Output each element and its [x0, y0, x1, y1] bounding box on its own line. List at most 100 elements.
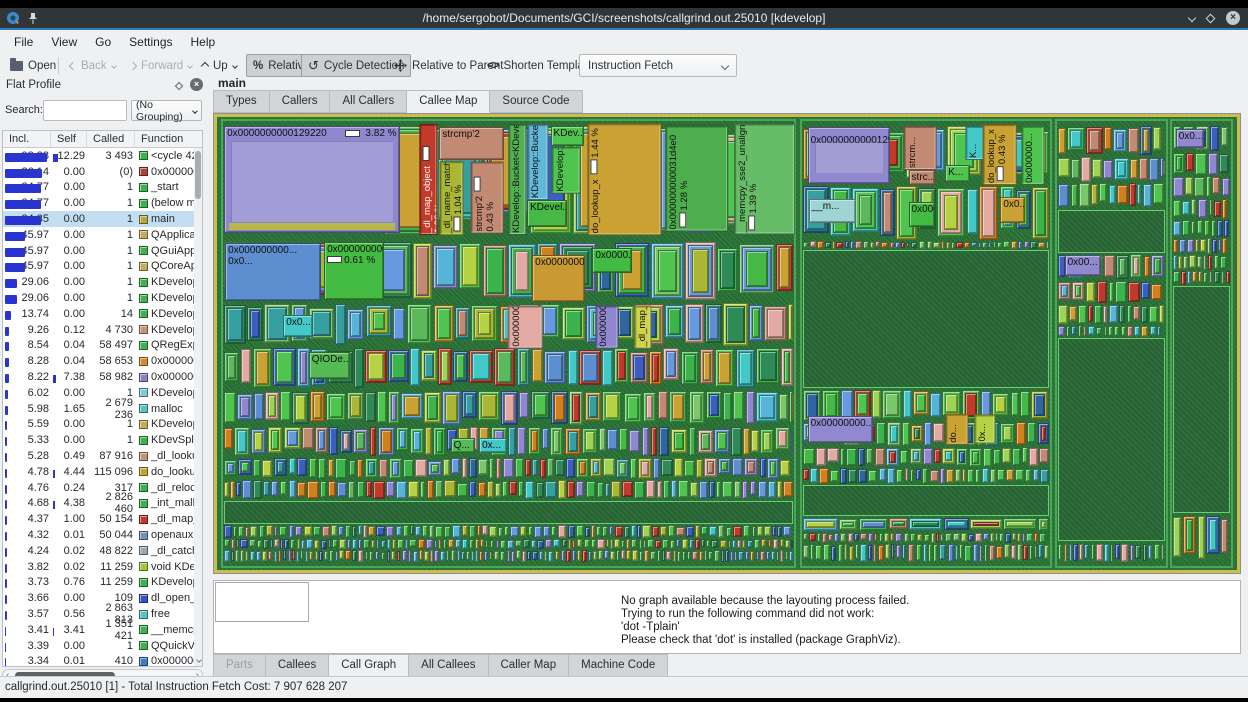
- treemap-block[interactable]: 0x0...: [1175, 128, 1205, 149]
- table-row[interactable]: 8.227.3858 9820x0000000: [3, 369, 194, 385]
- treemap-flat-area[interactable]: [224, 500, 794, 524]
- col-self[interactable]: Self: [51, 131, 87, 147]
- treemap-block[interactable]: do_lookup_x 0.43 %: [983, 124, 1017, 186]
- treemap-block[interactable]: KDevelop::Bucket<KDevelop::Qu...: [527, 124, 549, 201]
- menu-help[interactable]: Help: [183, 33, 224, 51]
- table-row[interactable]: 45.970.001QApplicati: [3, 227, 194, 243]
- treemap-block[interactable]: do...: [945, 414, 969, 445]
- table-row[interactable]: 4.684.382 826 460_int_mallo: [3, 491, 194, 515]
- treemap-block[interactable]: _dl_map_...: [634, 306, 652, 349]
- table-row[interactable]: 4.371.0050 154_dl_map_o: [3, 511, 194, 527]
- callee-treemap[interactable]: 0x0000000000129220 3.82 % _dl_map_object 1…: [217, 117, 1237, 570]
- treemap-flat-area[interactable]: [1172, 286, 1230, 513]
- tab-all-callers[interactable]: All Callers: [330, 90, 408, 113]
- treemap-region[interactable]: [1169, 118, 1233, 569]
- table-row[interactable]: 45.970.001QGuiApplic: [3, 243, 194, 259]
- treemap-block[interactable]: _dl_name_match_p 1.04 %: [439, 160, 464, 236]
- treemap-block[interactable]: do_lookup_x 1.44 %: [587, 122, 662, 236]
- treemap-block[interactable]: 0x00000000002d1b10 0.61 %: [324, 241, 385, 300]
- treemap-flat-area[interactable]: [1058, 338, 1165, 542]
- tab-all-callees[interactable]: All Callees: [409, 654, 489, 677]
- treemap-block[interactable]: Q...: [450, 437, 476, 454]
- tab-machine-code[interactable]: Machine Code: [569, 654, 669, 677]
- treemap-block[interactable]: strcm...: [904, 126, 938, 170]
- treemap-block[interactable]: 0x00000000...: [807, 415, 873, 443]
- table-row[interactable]: 84.770.001(below mai: [3, 195, 194, 211]
- grouping-combo[interactable]: (No Grouping): [131, 99, 202, 123]
- table-row[interactable]: 8.280.0458 6530x0000000: [3, 353, 194, 369]
- table-row[interactable]: 84.770.001_start: [3, 180, 194, 196]
- tab-callees[interactable]: Callees: [265, 654, 330, 677]
- tab-callers[interactable]: Callers: [269, 90, 331, 113]
- table-row[interactable]: 4.240.0248 822_dl_catch_: [3, 543, 194, 559]
- minimize-icon[interactable]: [1187, 13, 1197, 23]
- tab-types[interactable]: Types: [213, 90, 270, 113]
- table-row[interactable]: 29.060.001KDevelop::: [3, 274, 194, 290]
- table-row[interactable]: 3.413.411 351 421__memcpy: [3, 618, 194, 642]
- treemap-block[interactable]: __m...: [808, 198, 856, 223]
- treemap-block[interactable]: __memcpy_sse2_unaligned 1.39 %: [734, 122, 796, 235]
- treemap-block[interactable]: QIODe...: [308, 352, 350, 380]
- treemap-region[interactable]: [1055, 118, 1168, 569]
- table-row[interactable]: 4.784.44115 096do_lookup: [3, 464, 194, 480]
- treemap-block[interactable]: 0x0000000034034be8: [532, 254, 586, 302]
- treemap-block[interactable]: 0x000...: [908, 202, 936, 227]
- float-icon[interactable]: [174, 80, 184, 92]
- table-row[interactable]: 3.340.014100x0000000: [3, 654, 194, 666]
- table-row[interactable]: 9.260.124 730KDevelop::: [3, 322, 194, 338]
- treemap-block[interactable]: strcmp'2 0.43 %: [470, 161, 504, 234]
- table-row[interactable]: 86.140.00(0)0x0000000: [3, 164, 194, 180]
- treemap-block[interactable]: strc...: [908, 170, 936, 186]
- treemap-block[interactable]: K...: [945, 165, 970, 182]
- table-row[interactable]: 3.390.001QQuickVie: [3, 638, 194, 654]
- col-incl[interactable]: Incl.: [3, 131, 51, 147]
- menu-go[interactable]: Go: [87, 33, 119, 51]
- treemap-block[interactable]: KDevelop::Buc...: [551, 146, 581, 194]
- treemap-block[interactable]: strcmp'2: [439, 126, 504, 161]
- table-row[interactable]: 5.590.001KDevelop::: [3, 417, 194, 433]
- table-row[interactable]: 13.740.0014KDevelop::: [3, 306, 194, 322]
- menu-file[interactable]: File: [6, 33, 41, 51]
- tab-parts[interactable]: Parts: [213, 654, 266, 677]
- col-function[interactable]: Function: [135, 131, 202, 147]
- tab-call-graph[interactable]: Call Graph: [329, 654, 410, 677]
- treemap-block[interactable]: 0x...: [479, 437, 507, 454]
- tab-source-code[interactable]: Source Code: [490, 90, 583, 113]
- table-row[interactable]: 45.970.001QCoreAppl: [3, 259, 194, 275]
- tab-caller-map[interactable]: Caller Map: [488, 654, 570, 677]
- table-row[interactable]: 8.540.0458 497QRegExp::: [3, 338, 194, 354]
- treemap-block[interactable]: 0x0...: [1000, 197, 1025, 224]
- treemap-block[interactable]: 0x0000000000129220 3.82 %: [224, 126, 400, 233]
- scroll-down-icon[interactable]: [196, 653, 202, 665]
- table-row[interactable]: 98.3812.293 493<cycle 42>: [3, 148, 194, 164]
- treemap-flat-area[interactable]: [803, 250, 1050, 389]
- treemap-block[interactable]: KDev...: [550, 125, 585, 146]
- treemap-block[interactable]: 0x00...: [1064, 255, 1102, 277]
- maximize-icon[interactable]: [1205, 13, 1216, 23]
- table-row[interactable]: 5.330.001KDevSplasl: [3, 432, 194, 448]
- scrollbar-thumb[interactable]: [195, 151, 201, 199]
- treemap-block[interactable]: 0x0000...: [592, 248, 633, 274]
- treemap-block[interactable]: _dl_map_object 1.96 %: [418, 124, 438, 236]
- treemap-block[interactable]: 0x0...: [283, 314, 313, 338]
- vertical-scrollbar[interactable]: [194, 148, 202, 666]
- col-called[interactable]: Called: [87, 131, 135, 147]
- treemap-block[interactable]: 0x000000...: [595, 306, 619, 349]
- table-row[interactable]: 5.98 1.65 2 679 236 malloc: [3, 397, 194, 421]
- table-row[interactable]: 4.32 0.01 50 044 openaux: [3, 527, 194, 543]
- table-row[interactable]: 3.730.7611 259KDevelop::: [3, 575, 194, 591]
- treemap-flat-area[interactable]: [1058, 209, 1165, 253]
- table-row[interactable]: 84.350.001main: [3, 211, 194, 227]
- treemap-block[interactable]: KDevel...::Bucke...: [527, 200, 567, 227]
- tab-callee-map[interactable]: Callee Map: [407, 90, 491, 113]
- close-icon[interactable]: ×: [190, 78, 203, 91]
- event-type-combo[interactable]: Instruction Fetch: [579, 54, 737, 77]
- treemap-flat-area[interactable]: [803, 485, 1050, 517]
- treemap-block[interactable]: 0x000000...: [1020, 125, 1045, 185]
- treemap-block[interactable]: 0x00000000001292201.14 %: [807, 127, 891, 184]
- table-row[interactable]: 5.280.4987 916_dl_lookup: [3, 448, 194, 464]
- table-row[interactable]: 29.060.001KDevelop::: [3, 290, 194, 306]
- treemap-block[interactable]: 0x000000000031d4e0 1.28 %: [664, 125, 728, 232]
- treemap-region[interactable]: [800, 118, 1053, 569]
- table-row[interactable]: 3.820.0211 259void KDeve: [3, 559, 194, 575]
